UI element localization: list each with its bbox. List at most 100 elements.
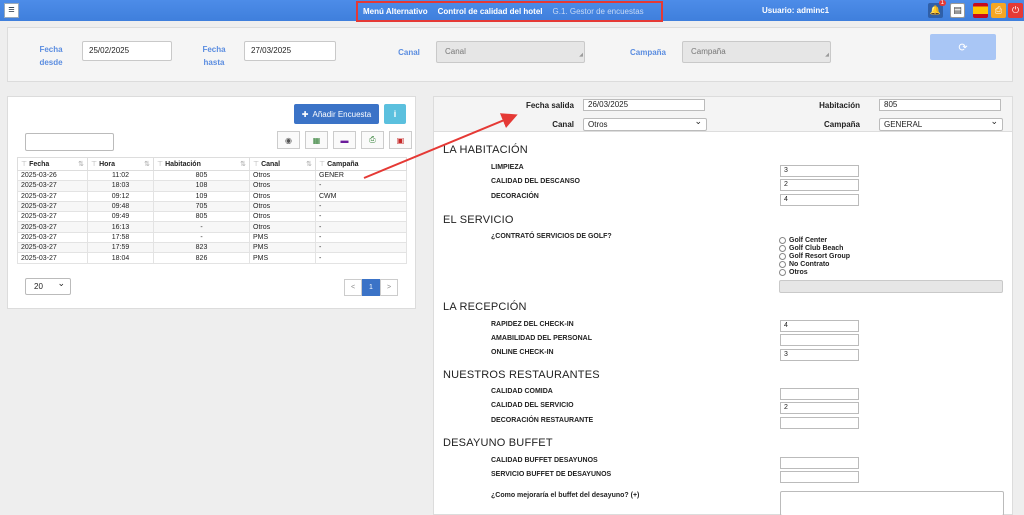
question-limpieza: LIMPIEZA [491, 164, 524, 171]
survey-detail-panel: Fecha salida 26/03/2025 Habitación 805 C… [433, 96, 1013, 515]
fecha-desde-label: Fecha desde [39, 45, 63, 67]
canal-label: Canal [398, 48, 420, 57]
add-survey-label: Añadir Encuesta [312, 109, 372, 119]
fecha-hasta-input[interactable]: 27/03/2025 [244, 41, 336, 61]
golf-other-input[interactable] [779, 280, 1003, 293]
answer-amabilidad[interactable] [780, 334, 859, 346]
fecha-salida-label: Fecha salida [525, 101, 574, 110]
refresh-button[interactable]: ⟳ [930, 34, 996, 60]
pdf-icon[interactable]: ▣ [389, 131, 412, 149]
breadcrumb: Menú Alternativo Control de calidad del … [356, 1, 663, 22]
radio-dot[interactable] [779, 253, 786, 260]
next-page-button[interactable]: > [380, 279, 398, 296]
table-row[interactable]: 2025-03-27 09:48 705 Otros - [17, 200, 407, 213]
refresh-icon: ⟳ [958, 41, 968, 54]
habitacion-label: Habitación [819, 101, 860, 110]
answer-limpieza[interactable]: 3 [780, 165, 859, 177]
table-row[interactable]: 2025-03-27 18:04 826 PMS - [17, 252, 407, 264]
printer-icon[interactable]: ⎙ [991, 3, 1006, 18]
filter-panel: Fecha desde 25/02/2025 Fecha hasta 27/03… [7, 27, 1013, 82]
page-1-button[interactable]: 1 [362, 279, 380, 296]
power-icon[interactable]: ⏻ [1008, 3, 1023, 18]
prev-page-button[interactable]: < [344, 279, 362, 296]
info-icon: i [393, 109, 397, 119]
page-size-select[interactable]: 20 [25, 276, 71, 295]
question-servicio-rest: CALIDAD DEL SERVICIO [491, 402, 574, 409]
radio-dot[interactable] [779, 261, 786, 268]
table-header-row: ⊤ Fecha ⇅ ⊤ Hora ⇅ ⊤ Habitación ⇅ ⊤ Canal ⇅ … [17, 157, 407, 171]
excel-icon[interactable]: ▦ [305, 131, 328, 149]
canal-detail-label: Canal [552, 120, 574, 129]
question-golf: ¿CONTRATÓ SERVICIOS DE GOLF? [491, 233, 612, 240]
column-header-fecha[interactable]: ⊤ Fecha ⇅ [17, 157, 88, 171]
section-title-desayuno: DESAYUNO BUFFET [443, 437, 553, 449]
question-buffet-calidad: CALIDAD BUFFET DESAYUNOS [491, 457, 598, 464]
fecha-hasta-label: Fecha hasta [202, 45, 226, 67]
answer-decoracion[interactable]: 4 [780, 194, 859, 206]
question-comida: CALIDAD COMIDA [491, 388, 553, 395]
answer-rapidez[interactable]: 4 [780, 320, 859, 332]
answer-mejoraria[interactable] [780, 491, 1004, 515]
breadcrumb-item-menu[interactable]: Menú Alternativo [363, 7, 428, 16]
answer-servicio-rest[interactable]: 2 [780, 402, 859, 414]
question-amabilidad: AMABILIDAD DEL PERSONAL [491, 335, 592, 342]
table-row[interactable]: 2025-03-27 17:58- PMS - [17, 231, 407, 244]
table-row[interactable]: 2025-03-27 18:03 108 Otros - [17, 180, 407, 192]
table-row[interactable]: 2025-03-27 17:59 823 PMS - [17, 242, 407, 254]
radio-golf-center[interactable]: Golf Center [779, 237, 827, 244]
answer-buffet-calidad[interactable] [780, 457, 859, 469]
user-label: Usuario: adminc1 [762, 6, 830, 15]
section-title-restaurantes: NUESTROS RESTAURANTES [443, 369, 600, 381]
question-mejoraria: ¿Como mejoraría el buffet del desayuno? … [491, 492, 640, 499]
add-survey-button[interactable]: ✚ Añadir Encuesta [294, 104, 379, 124]
canal-input[interactable]: Canal [436, 41, 585, 65]
radio-otros[interactable]: Otros [779, 269, 808, 276]
answer-descanso[interactable]: 2 [780, 179, 859, 191]
question-online: ONLINE CHECK-IN [491, 349, 554, 356]
answer-deco-rest[interactable] [780, 417, 859, 429]
column-header-campana[interactable]: ⊤ Campaña [315, 157, 407, 171]
canal-select[interactable]: Otros [583, 116, 707, 131]
campana-select[interactable]: GENERAL [879, 116, 1003, 131]
section-title-servicio: EL SERVICIO [443, 214, 514, 226]
eye-icon[interactable]: ◉ [277, 131, 300, 149]
campana-input[interactable]: Campaña [682, 41, 831, 65]
survey-header: Fecha salida 26/03/2025 Habitación 805 C… [434, 97, 1012, 132]
plus-icon: ✚ [301, 109, 309, 119]
radio-dot[interactable] [779, 269, 786, 276]
answer-buffet-servicio[interactable] [780, 471, 859, 483]
hamburger-menu-icon[interactable]: ≡ [4, 3, 19, 18]
table-row[interactable]: 2025-03-27 09:12 109 Otros CWM [17, 190, 407, 202]
habitacion-input[interactable]: 805 [879, 99, 1001, 111]
bell-icon[interactable]: 🔔 1 [928, 0, 946, 18]
campana-label: Campaña [629, 48, 666, 57]
radio-no-contrato[interactable]: No Contrato [779, 261, 829, 268]
fecha-desde-input[interactable]: 25/02/2025 [82, 41, 172, 61]
question-decoracion: DECORACIÓN [491, 193, 539, 200]
answer-comida[interactable] [780, 388, 859, 400]
notification-badge: 1 [938, 0, 946, 6]
question-rapidez: RAPIDEZ DEL CHECK-IN [491, 321, 574, 328]
breadcrumb-item-control[interactable]: Control de calidad del hotel [438, 7, 543, 16]
columns-icon[interactable]: ▬ [333, 131, 356, 149]
radio-golf-club-beach[interactable]: Golf Club Beach [779, 245, 843, 252]
column-header-hora[interactable]: ⊤ Hora ⇅ [87, 157, 154, 171]
print-icon[interactable]: ⎙ [361, 131, 384, 149]
table-row[interactable]: 2025-03-27 16:13- Otros - [17, 221, 407, 233]
column-header-canal[interactable]: ⊤ Canal ⇅ [249, 157, 316, 171]
document-icon[interactable]: ▤ [950, 3, 965, 18]
radio-dot[interactable] [779, 245, 786, 252]
search-input[interactable] [25, 133, 114, 151]
table-row[interactable]: 2025-03-27 09:49 805 Otros - [17, 211, 407, 223]
info-button[interactable]: i [384, 104, 406, 124]
radio-golf-resort-group[interactable]: Golf Resort Group [779, 253, 850, 260]
survey-list-panel: ✚ Añadir Encuesta i ◉ ▦ ▬ ⎙ ▣ ⊤ Fecha ⇅ ⊤ … [7, 96, 416, 309]
campana-detail-label: Campaña [823, 120, 860, 129]
spain-flag-icon[interactable] [973, 3, 988, 18]
toolbar: ◉ ▦ ▬ ⎙ ▣ [272, 131, 412, 149]
column-header-habitacion[interactable]: ⊤ Habitación ⇅ [153, 157, 250, 171]
radio-dot[interactable] [779, 237, 786, 244]
answer-online[interactable]: 3 [780, 349, 859, 361]
fecha-salida-input[interactable]: 26/03/2025 [583, 99, 705, 111]
table-row[interactable]: 2025-03-26 11:02 805 Otros GENER [17, 169, 407, 182]
